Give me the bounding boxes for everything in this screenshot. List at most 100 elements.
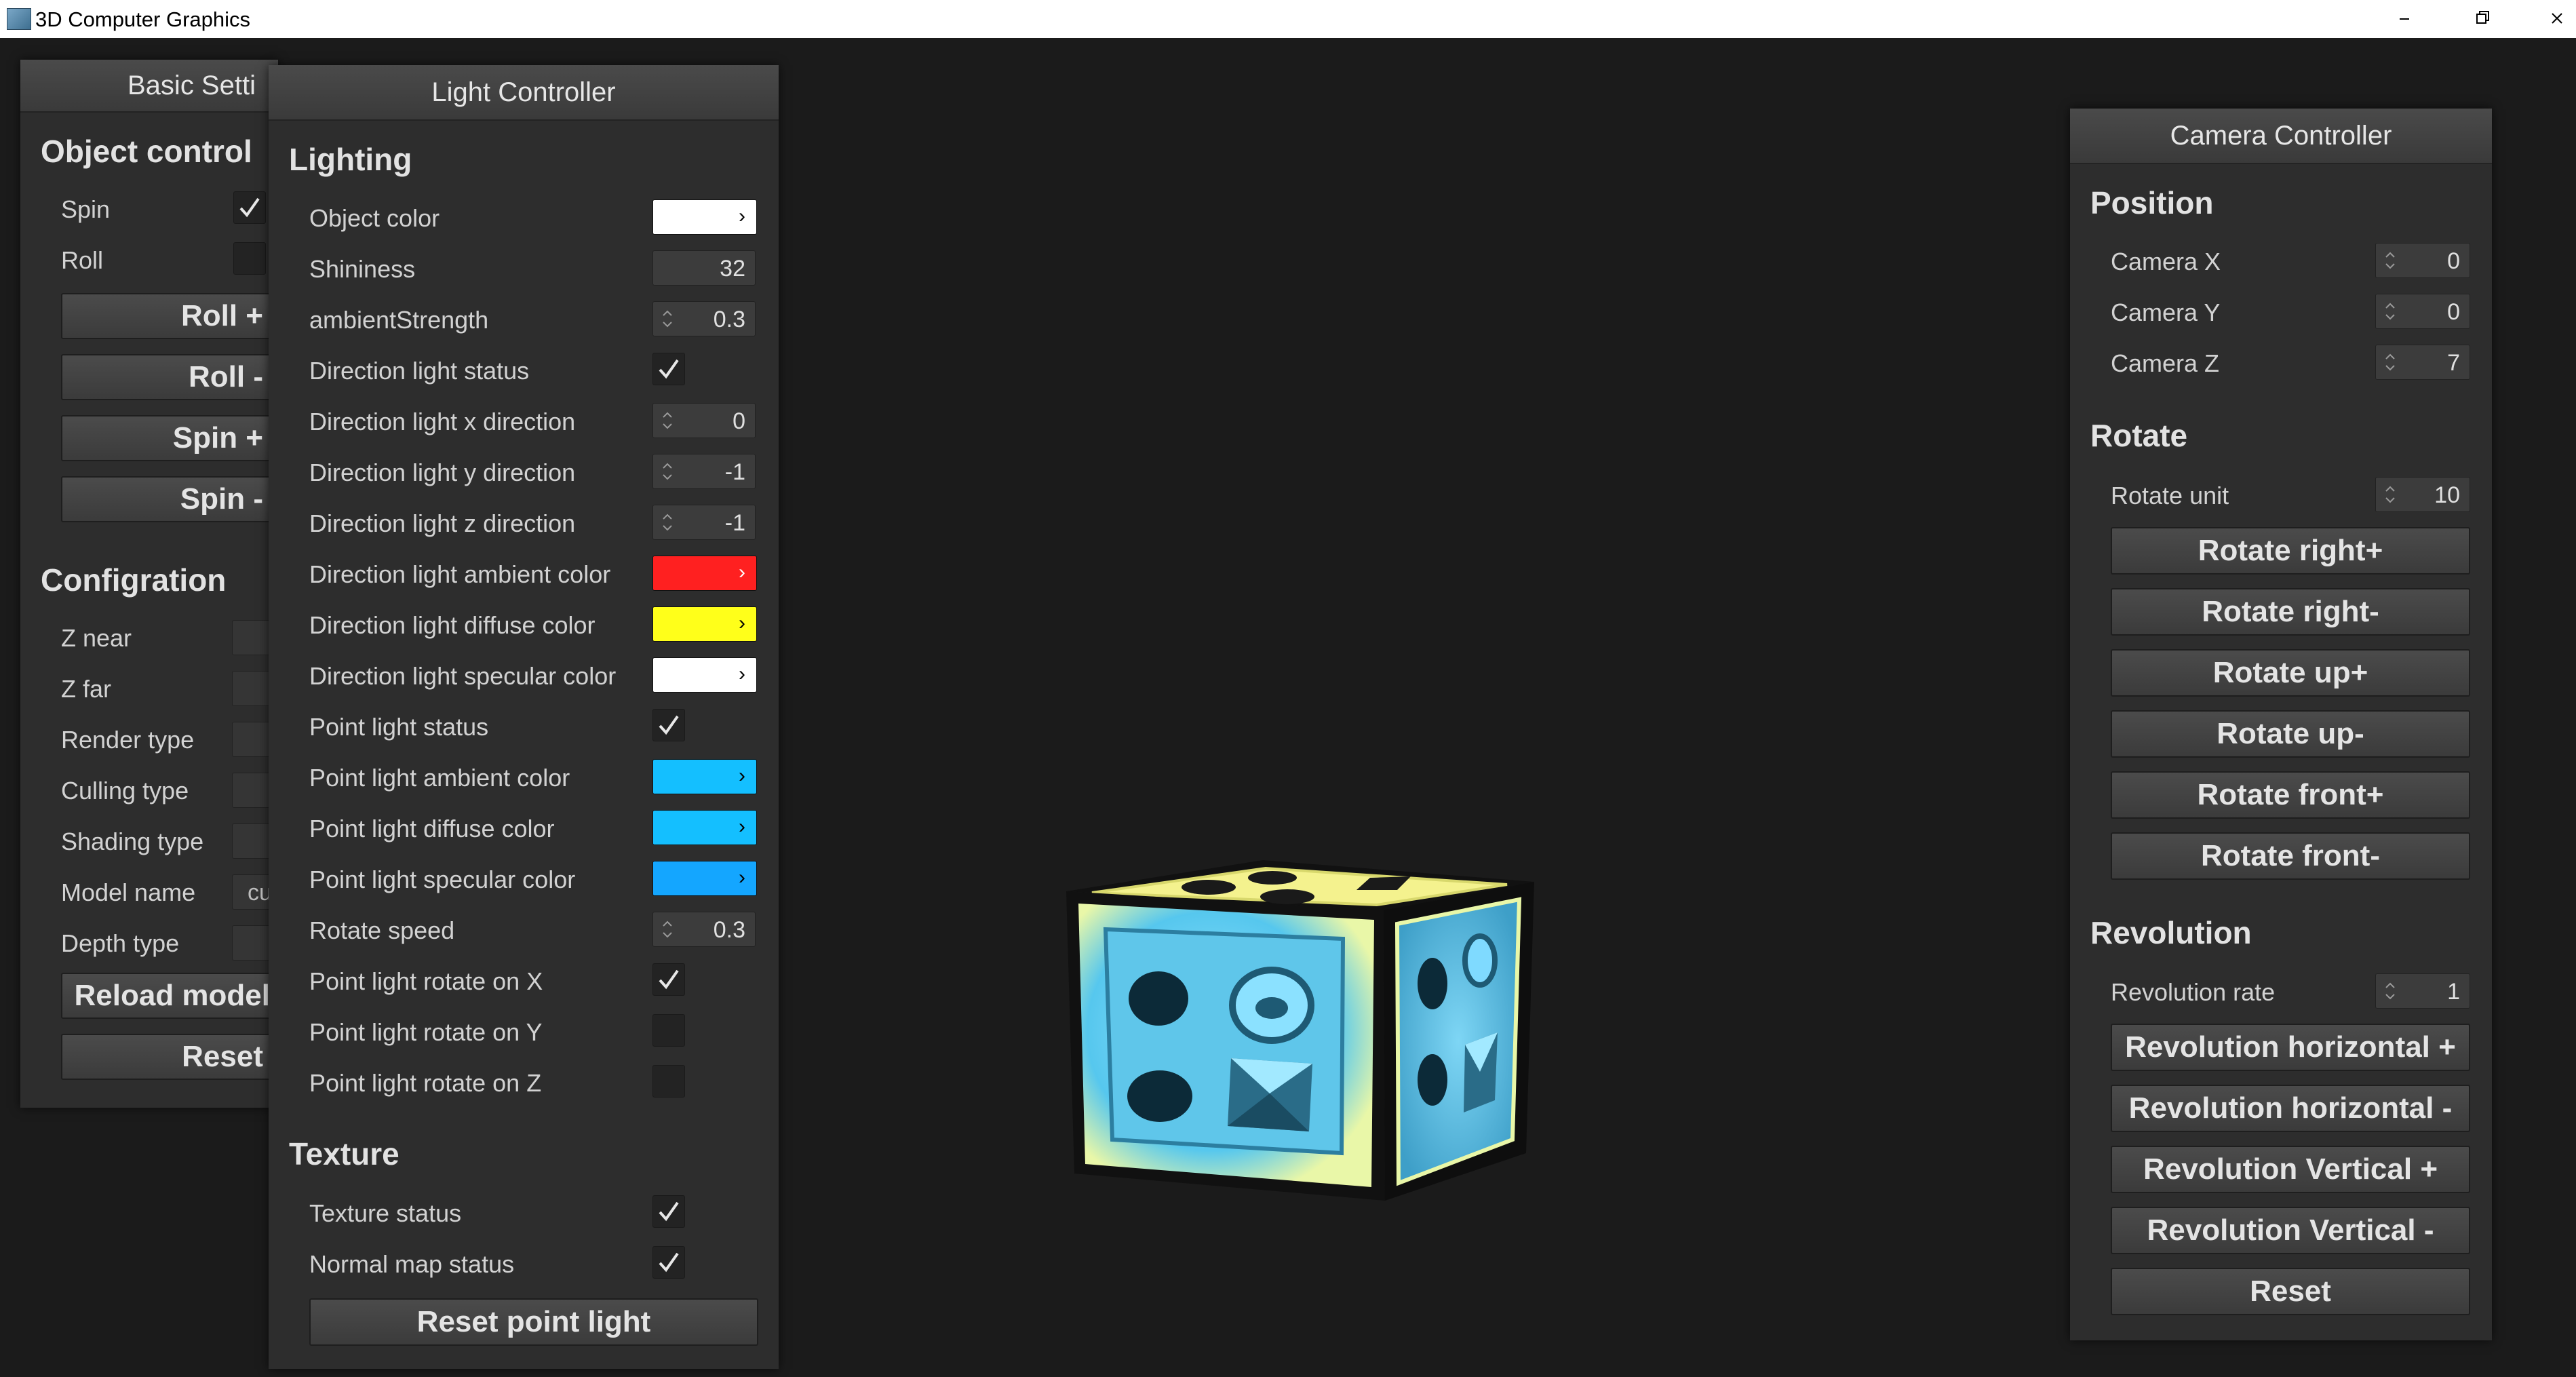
direction-z-value: -1	[724, 510, 745, 536]
shininess-label: Shininess	[309, 255, 416, 283]
direction-diffuse-color-swatch[interactable]: ›	[652, 606, 757, 642]
ambient-strength-value: 0.3	[713, 307, 745, 332]
light-controller-panel: Light Controller Lighting Object color ›…	[269, 65, 779, 1369]
texture-status-checkbox[interactable]	[652, 1195, 685, 1228]
camera-reset-button[interactable]: Reset	[2111, 1268, 2470, 1315]
camera-controller-header[interactable]: Camera Controller	[2070, 109, 2492, 164]
shininess-field[interactable]: 32	[652, 250, 756, 286]
direction-x-spinbox[interactable]: 0	[652, 403, 756, 438]
basic-settings-header[interactable]: Basic Setti	[20, 60, 278, 113]
rotate-right-minus-button[interactable]: Rotate right-	[2111, 588, 2470, 636]
ambient-strength-spinbox[interactable]: 0.3	[652, 301, 756, 336]
rotate-z-checkbox[interactable]	[652, 1065, 685, 1098]
shading-type-label: Shading type	[61, 828, 204, 855]
z-near-label: Z near	[61, 624, 132, 652]
spin-arrows-icon[interactable]	[660, 918, 675, 941]
cube-model[interactable]	[1058, 855, 1546, 1221]
ambient-strength-label: ambientStrength	[309, 306, 489, 334]
basic-reset-button[interactable]: Reset	[61, 1034, 285, 1080]
reset-point-light-button[interactable]: Reset point light	[309, 1298, 758, 1346]
model-name-label: Model name	[61, 878, 196, 906]
chevron-right-icon: ›	[739, 561, 745, 583]
revolution-heading: Revolution	[2090, 915, 2252, 950]
direction-x-value: 0	[733, 408, 745, 434]
rotate-up-minus-button[interactable]: Rotate up-	[2111, 710, 2470, 758]
light-controller-header[interactable]: Light Controller	[269, 65, 779, 121]
rotate-y-checkbox[interactable]	[652, 1014, 685, 1047]
rotate-x-checkbox[interactable]	[652, 963, 685, 996]
title-bar: 3D Computer Graphics	[0, 0, 2576, 39]
point-diffuse-color-label: Point light diffuse color	[309, 815, 555, 842]
spin-arrows-icon[interactable]	[660, 409, 675, 432]
camera-z-spinbox[interactable]: 7	[2375, 345, 2470, 380]
rotate-speed-value: 0.3	[713, 917, 745, 943]
spin-arrows-icon[interactable]	[2383, 483, 2398, 506]
rotate-up-plus-button[interactable]: Rotate up+	[2111, 649, 2470, 697]
roll-minus-button[interactable]: Roll -	[61, 354, 285, 400]
revolution-rate-value: 1	[2447, 979, 2460, 1005]
spin-plus-button[interactable]: Spin +	[61, 415, 285, 461]
rotate-unit-label: Rotate unit	[2111, 482, 2229, 509]
rotate-right-plus-button[interactable]: Rotate right+	[2111, 527, 2470, 575]
spin-arrows-icon[interactable]	[660, 511, 675, 534]
point-ambient-color-swatch[interactable]: ›	[652, 759, 757, 794]
rotate-speed-label: Rotate speed	[309, 916, 455, 944]
position-heading: Position	[2090, 185, 2214, 220]
camera-y-spinbox[interactable]: 0	[2375, 294, 2470, 329]
restore-icon[interactable]	[2465, 4, 2499, 33]
depth-type-label: Depth type	[61, 929, 180, 957]
window-title: 3D Computer Graphics	[35, 7, 251, 31]
direction-ambient-color-label: Direction light ambient color	[309, 560, 611, 588]
rotate-unit-spinbox[interactable]: 10	[2375, 477, 2470, 512]
reload-model-button[interactable]: Reload model	[61, 973, 285, 1019]
roll-checkbox[interactable]	[233, 242, 266, 275]
revolution-rate-spinbox[interactable]: 1	[2375, 973, 2470, 1009]
direction-diffuse-color-label: Direction light diffuse color	[309, 611, 596, 639]
spin-arrows-icon[interactable]	[2383, 249, 2398, 272]
app-icon	[7, 8, 31, 30]
direction-ambient-color-swatch[interactable]: ›	[652, 556, 757, 591]
revolution-horizontal-plus-button[interactable]: Revolution horizontal +	[2111, 1024, 2470, 1071]
revolution-vertical-plus-button[interactable]: Revolution Vertical +	[2111, 1146, 2470, 1193]
object-color-swatch[interactable]: ›	[652, 199, 757, 235]
camera-y-label: Camera Y	[2111, 298, 2221, 326]
z-far-label: Z far	[61, 675, 112, 703]
direction-z-spinbox[interactable]: -1	[652, 505, 756, 540]
rotate-speed-spinbox[interactable]: 0.3	[652, 912, 756, 947]
close-icon[interactable]	[2540, 4, 2574, 33]
spin-arrows-icon[interactable]	[660, 307, 675, 330]
spin-arrows-icon[interactable]	[2383, 300, 2398, 323]
direction-y-spinbox[interactable]: -1	[652, 454, 756, 489]
point-specular-color-label: Point light specular color	[309, 866, 576, 893]
direction-specular-color-label: Direction light specular color	[309, 662, 617, 690]
normal-map-checkbox[interactable]	[652, 1246, 685, 1279]
revolution-vertical-minus-button[interactable]: Revolution Vertical -	[2111, 1207, 2470, 1254]
revolution-horizontal-minus-button[interactable]: Revolution horizontal -	[2111, 1085, 2470, 1132]
object-color-label: Object color	[309, 204, 440, 232]
direction-y-label: Direction light y direction	[309, 459, 576, 486]
spin-arrows-icon[interactable]	[660, 460, 675, 483]
point-diffuse-color-swatch[interactable]: ›	[652, 810, 757, 845]
direction-light-status-label: Direction light status	[309, 357, 530, 385]
direction-light-status-checkbox[interactable]	[652, 353, 685, 385]
spin-checkbox[interactable]	[233, 191, 266, 224]
roll-label: Roll	[61, 246, 104, 274]
camera-x-label: Camera X	[2111, 248, 2221, 275]
spin-arrows-icon[interactable]	[2383, 980, 2398, 1003]
chevron-right-icon: ›	[739, 612, 745, 634]
culling-type-label: Culling type	[61, 777, 189, 804]
spin-minus-button[interactable]: Spin -	[61, 476, 285, 522]
rotate-front-plus-button[interactable]: Rotate front+	[2111, 771, 2470, 819]
object-control-heading: Object control	[41, 134, 252, 169]
render-type-label: Render type	[61, 726, 195, 754]
point-light-status-checkbox[interactable]	[652, 709, 685, 741]
roll-plus-button[interactable]: Roll +	[61, 293, 285, 339]
camera-x-spinbox[interactable]: 0	[2375, 243, 2470, 278]
minimize-icon[interactable]	[2387, 4, 2421, 33]
rotate-z-label: Point light rotate on Z	[309, 1069, 542, 1097]
spin-arrows-icon[interactable]	[2383, 351, 2398, 374]
rotate-front-minus-button[interactable]: Rotate front-	[2111, 832, 2470, 880]
point-specular-color-swatch[interactable]: ›	[652, 861, 757, 896]
shininess-value: 32	[720, 256, 745, 282]
direction-specular-color-swatch[interactable]: ›	[652, 657, 757, 693]
